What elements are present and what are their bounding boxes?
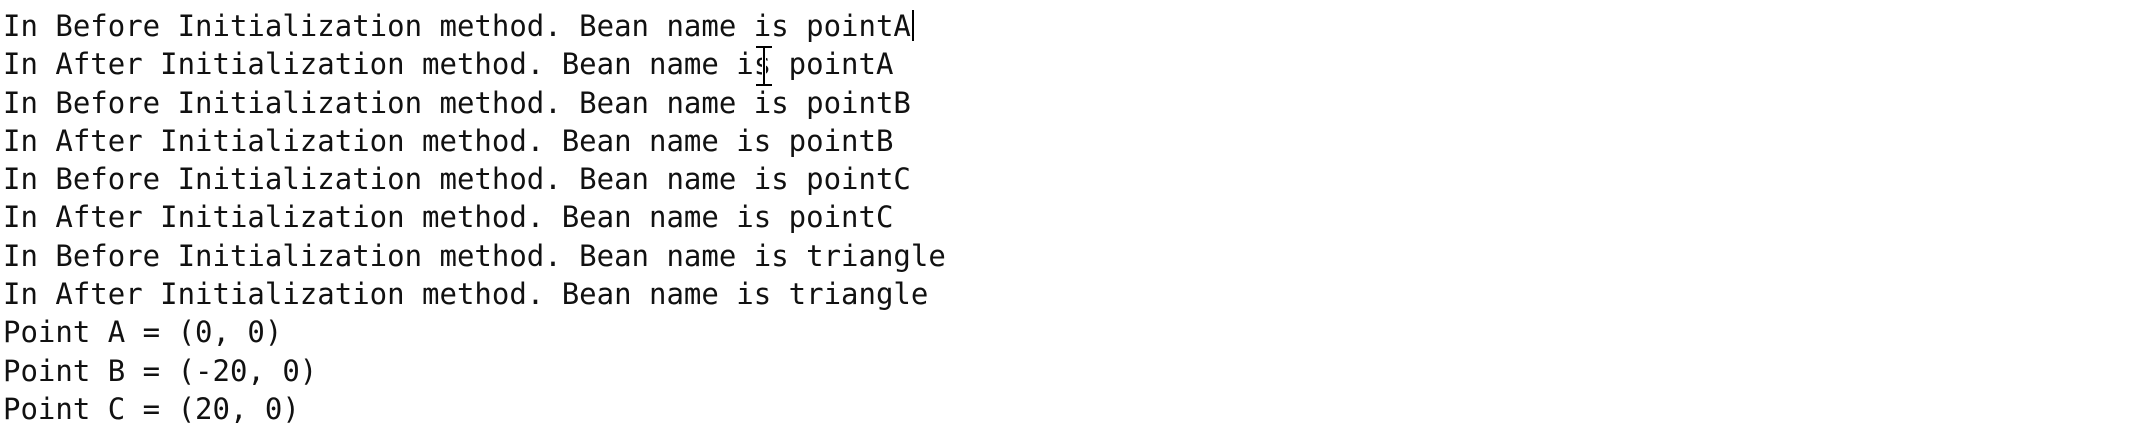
console-line: In After Initialization method. Bean nam…	[3, 47, 894, 82]
console-line: Point A = (0, 0)	[3, 315, 283, 350]
console-line: Point B = (-20, 0)	[3, 353, 318, 388]
console-line-text: In Before Initialization method. Bean na…	[3, 9, 911, 43]
console-line: In After Initialization method. Bean nam…	[3, 123, 894, 158]
console-line: In Before Initialization method. Bean na…	[3, 162, 911, 197]
console-line: In Before Initialization method. Bean na…	[3, 85, 911, 120]
console-line: In After Initialization method. Bean nam…	[3, 200, 894, 235]
i-beam-cursor-icon	[754, 45, 774, 87]
console-lines: In Before Initialization method. Bean na…	[3, 7, 946, 428]
console-line: In After Initialization method. Bean nam…	[3, 277, 929, 312]
stderr-line-clipped	[0, 0, 2136, 4]
console-line: Point C = (20, 0)	[3, 391, 300, 426]
console-output-panel[interactable]: In Before Initialization method. Bean na…	[0, 0, 2136, 430]
console-line: In Before Initialization method. Bean na…	[3, 7, 946, 45]
text-caret	[911, 10, 914, 41]
console-line: In Before Initialization method. Bean na…	[3, 238, 946, 273]
